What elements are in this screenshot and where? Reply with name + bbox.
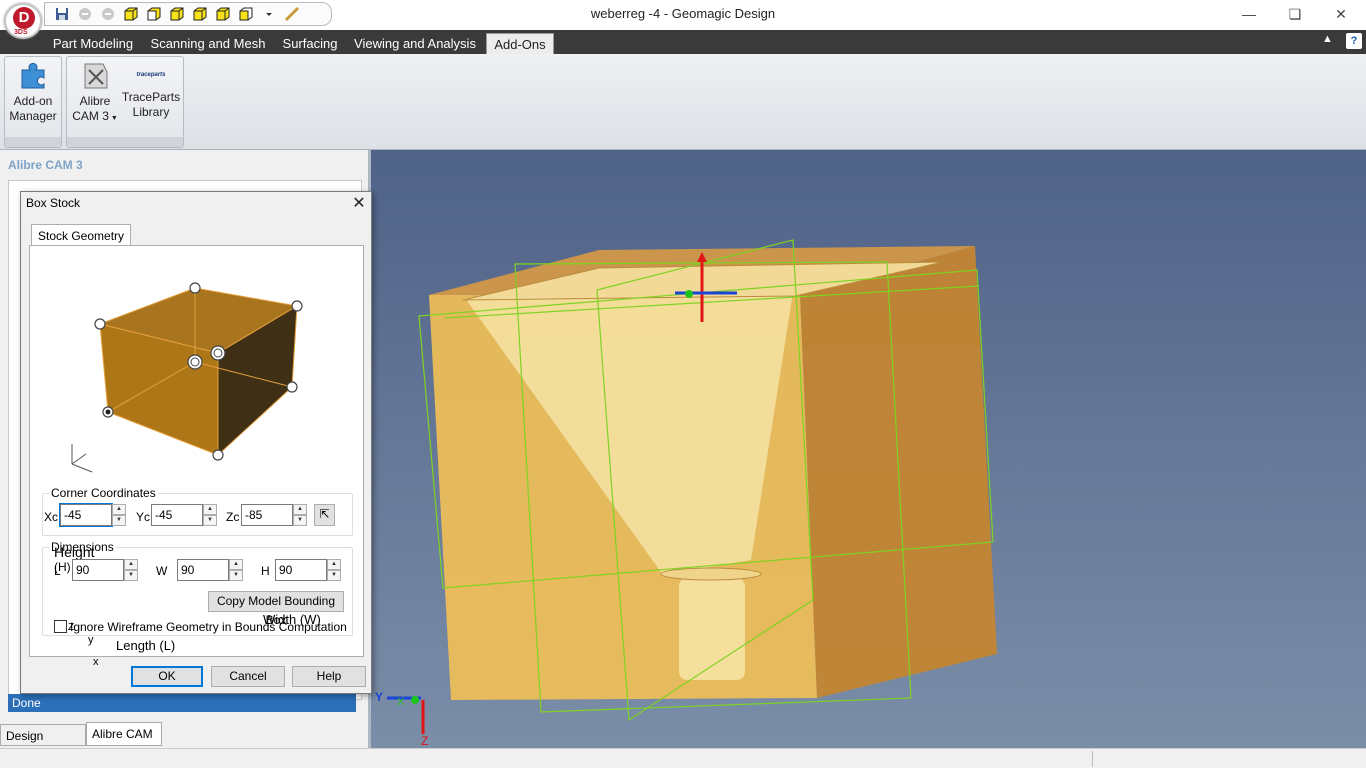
help-icon[interactable]: ? <box>1346 33 1362 49</box>
yc-label: Yc <box>136 510 151 524</box>
xc-label: Xc <box>44 510 59 524</box>
width-spinner[interactable]: ▲▼ <box>177 559 243 581</box>
copy-bounding-box-button[interactable]: Copy Model Bounding Box <box>208 591 344 627</box>
w-label: W <box>156 564 168 578</box>
stock-geometry-page: Height (H) Width (W) Length (L) Z y x Co… <box>29 245 364 668</box>
ok-button[interactable]: OK <box>131 666 203 687</box>
yc-input[interactable] <box>151 504 203 526</box>
pick-corner-button[interactable]: ⇱ <box>314 504 335 526</box>
addon-manager-button[interactable]: Add-on Manager <box>6 60 60 124</box>
restore-icon[interactable]: ❏ <box>1272 0 1318 28</box>
cancel-button[interactable]: Cancel <box>211 666 285 687</box>
status-done-bar: Done <box>8 694 356 712</box>
graphics-viewport[interactable]: Y X Z <box>368 150 1366 748</box>
alibre-cam-icon <box>84 63 108 89</box>
traceparts-library-button[interactable]: traceparts TraceParts Library <box>120 60 182 120</box>
traceparts-logo: traceparts <box>136 71 166 78</box>
tab-surfacing[interactable]: Surfacing <box>278 33 342 54</box>
model-view[interactable] <box>371 150 1366 748</box>
puzzle-icon <box>21 62 45 89</box>
length-input[interactable] <box>72 559 124 581</box>
tab-part-modeling[interactable]: Part Modeling <box>50 33 136 54</box>
ignore-wireframe-checkbox[interactable] <box>54 620 67 633</box>
panel-title: Alibre CAM 3 <box>8 158 83 172</box>
application-button[interactable]: D 3DS <box>4 3 42 39</box>
cursor-icon: ⇱ <box>319 507 330 521</box>
tab-viewing-and-analysis[interactable]: Viewing and Analysis <box>352 33 478 54</box>
zc-spinner[interactable]: ▲▼ <box>241 504 307 526</box>
box-stock-dialog: Box Stock ✕ Stock Geometry Height (H) Wi… <box>20 191 372 694</box>
tab-stock-geometry[interactable]: Stock Geometry <box>31 224 132 246</box>
axis-x-label: x <box>93 656 99 668</box>
box-diagram <box>71 282 303 473</box>
height-input[interactable] <box>275 559 327 581</box>
tab-scanning-and-mesh[interactable]: Scanning and Mesh <box>148 33 268 54</box>
tab-add-ons[interactable]: Add-Ons <box>486 33 554 54</box>
status-divider <box>1092 751 1093 767</box>
triad-x-label: X <box>397 696 405 708</box>
collapse-ribbon-icon[interactable]: ▲ <box>1322 33 1333 45</box>
tab-design-explorer[interactable]: Design Explorer <box>0 724 86 765</box>
funnel-neck <box>660 567 762 581</box>
tab-alibre-cam[interactable]: Alibre CAM 3 <box>86 722 162 763</box>
status-bar <box>0 748 1366 768</box>
xc-spinner[interactable]: ▲▼ <box>59 503 126 527</box>
funnel-spout <box>679 578 745 680</box>
minimize-icon[interactable]: — <box>1226 0 1272 28</box>
h-label: H <box>261 564 270 578</box>
close-icon[interactable]: ✕ <box>1318 0 1364 28</box>
close-icon[interactable]: ✕ <box>347 192 371 216</box>
height-spinner[interactable]: ▲▼ <box>275 559 341 581</box>
help-button[interactable]: Help <box>292 666 366 687</box>
coordinate-triad <box>387 696 425 734</box>
width-input[interactable] <box>177 559 229 581</box>
xc-input[interactable] <box>59 503 113 527</box>
zc-input[interactable] <box>241 504 293 526</box>
alibre-cam-button[interactable]: Alibre CAM 3 ▼ <box>70 60 120 126</box>
length-spinner[interactable]: ▲▼ <box>72 559 138 581</box>
window-title: weberreg -4 - Geomagic Design <box>590 6 776 21</box>
zc-label: Zc <box>226 510 240 524</box>
triad-y-label: Y <box>375 690 384 704</box>
panel-bottom-tabs: Design Explorer Alibre CAM 3 <box>0 722 368 765</box>
length-label: Length (L) <box>116 638 176 653</box>
ignore-wireframe-label: Ignore Wireframe Geometry in Bounds Comp… <box>70 620 347 634</box>
l-label: L <box>54 564 61 578</box>
dialog-title: Box Stock <box>26 196 81 210</box>
ribbon-panel: Add-on Manager Alibre CAM 3 ▼ traceparts… <box>0 54 1366 150</box>
yc-spinner[interactable]: ▲▼ <box>151 504 217 526</box>
ribbon-tab-bar: Part Modeling Scanning and Mesh Surfacin… <box>0 30 1366 54</box>
triad-z-label: Z <box>421 734 429 748</box>
